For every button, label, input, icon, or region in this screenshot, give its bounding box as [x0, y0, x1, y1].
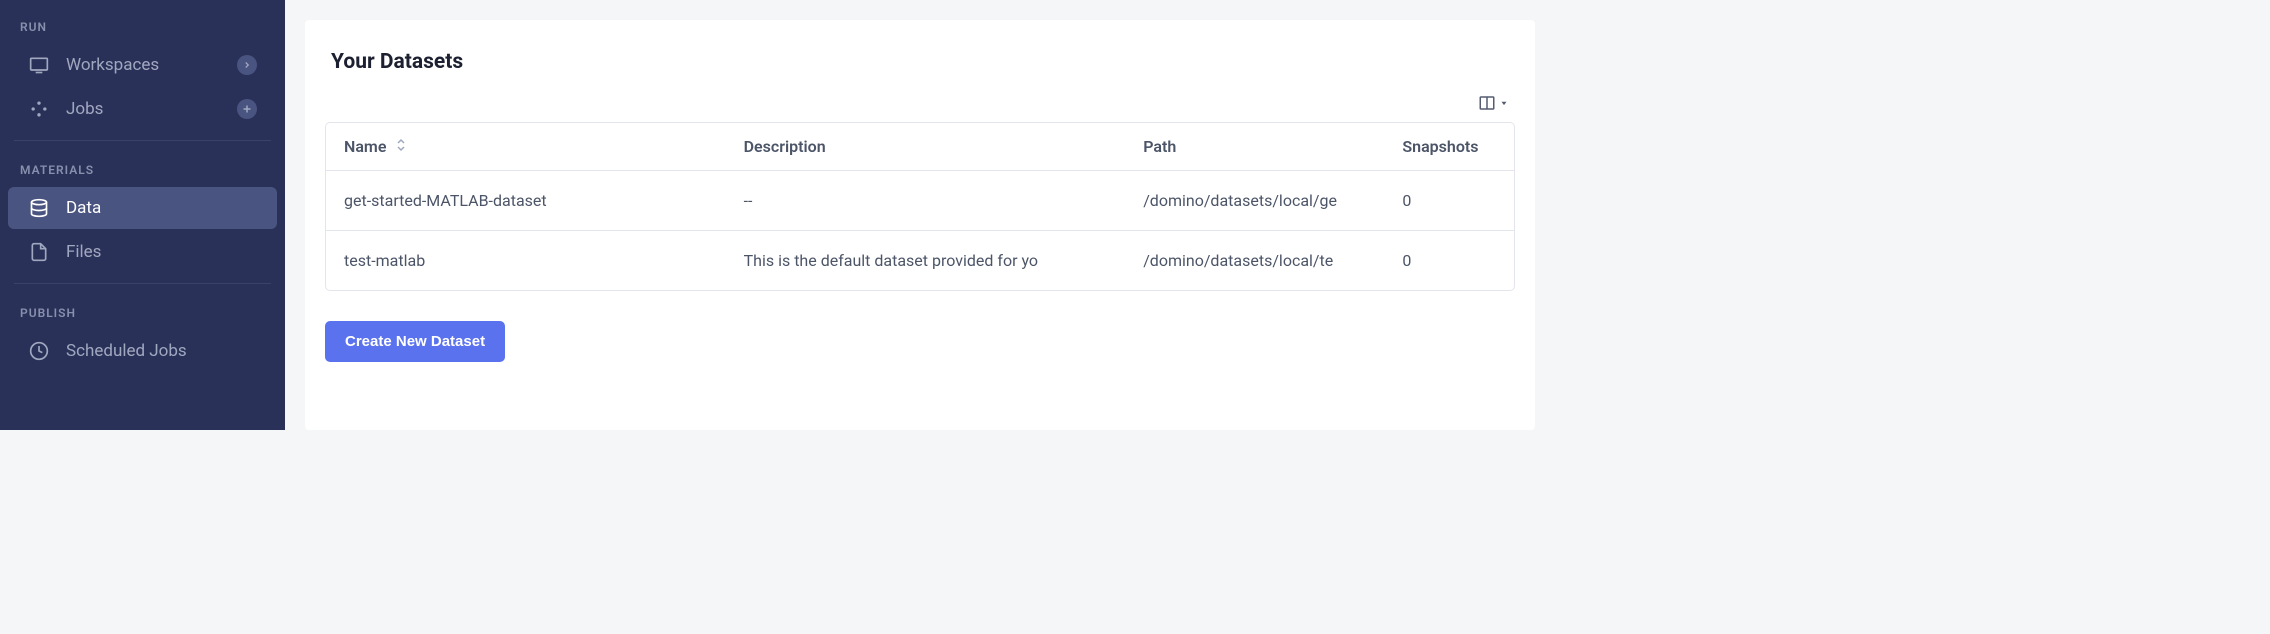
column-label: Name — [344, 137, 386, 156]
cell-path: /domino/datasets/local/ge — [1125, 171, 1384, 231]
cell-path: /domino/datasets/local/te — [1125, 231, 1384, 291]
sidebar-item-label: Jobs — [66, 99, 237, 119]
sidebar-item-scheduled-jobs[interactable]: Scheduled Jobs — [8, 330, 277, 372]
sort-icon — [396, 138, 406, 155]
sidebar-item-workspaces[interactable]: Workspaces — [8, 44, 277, 86]
main-content: Your Datasets Name Descri — [285, 0, 1555, 430]
plus-icon[interactable] — [237, 99, 257, 119]
create-new-dataset-button[interactable]: Create New Dataset — [325, 321, 505, 362]
column-header-path[interactable]: Path — [1125, 123, 1384, 171]
columns-toggle-icon[interactable] — [1477, 94, 1509, 112]
sidebar-section-publish: PUBLISH — [0, 294, 285, 328]
sidebar-item-jobs[interactable]: Jobs — [8, 88, 277, 130]
sidebar-divider — [14, 283, 271, 284]
column-header-snapshots[interactable]: Snapshots — [1384, 123, 1514, 171]
clock-icon — [28, 340, 50, 362]
column-header-description[interactable]: Description — [726, 123, 1126, 171]
cell-description: This is the default dataset provided for… — [726, 231, 1126, 291]
file-icon — [28, 241, 50, 263]
datasets-table: Name Description Path Snapshots get-star… — [325, 122, 1515, 291]
chevron-right-icon — [237, 55, 257, 75]
table-controls — [325, 94, 1515, 112]
sidebar-item-data[interactable]: Data — [8, 187, 277, 229]
table-row[interactable]: get-started-MATLAB-dataset -- /domino/da… — [326, 171, 1514, 231]
table-header-row: Name Description Path Snapshots — [326, 123, 1514, 171]
sidebar-item-label: Files — [66, 242, 257, 262]
sidebar-section-materials: MATERIALS — [0, 151, 285, 185]
cell-name: test-matlab — [326, 231, 726, 291]
cell-description: -- — [726, 171, 1126, 231]
sidebar-section-run: RUN — [0, 8, 285, 42]
monitor-icon — [28, 54, 50, 76]
cell-snapshots: 0 — [1384, 231, 1514, 291]
sidebar-item-label: Scheduled Jobs — [66, 341, 257, 361]
sidebar-divider — [14, 140, 271, 141]
column-header-name[interactable]: Name — [326, 123, 726, 171]
cell-snapshots: 0 — [1384, 171, 1514, 231]
database-icon — [28, 197, 50, 219]
sidebar-item-label: Data — [66, 198, 257, 218]
topbar-spacer — [305, 0, 1535, 20]
cell-name: get-started-MATLAB-dataset — [326, 171, 726, 231]
page-title: Your Datasets — [325, 50, 1515, 74]
table-row[interactable]: test-matlab This is the default dataset … — [326, 231, 1514, 291]
sidebar-item-label: Workspaces — [66, 55, 237, 75]
content-card: Your Datasets Name Descri — [305, 20, 1535, 430]
sidebar-item-files[interactable]: Files — [8, 231, 277, 273]
sidebar: RUN Workspaces Jobs MATERIALS Data Files — [0, 0, 285, 430]
jobs-icon — [28, 98, 50, 120]
